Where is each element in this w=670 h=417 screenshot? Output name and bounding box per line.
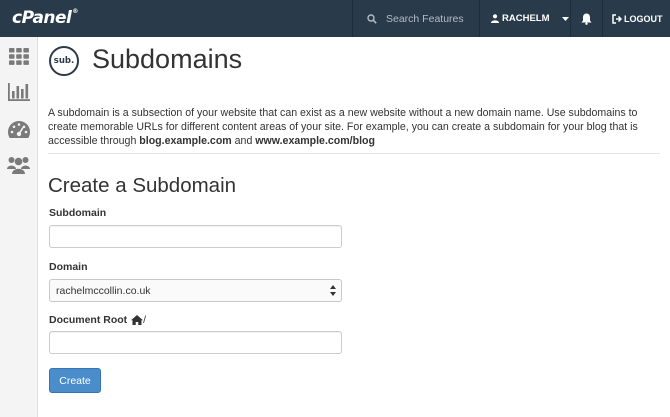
users-icon <box>7 156 30 174</box>
divider <box>48 153 660 154</box>
subdomain-label: Subdomain <box>49 207 107 219</box>
cpanel-logo[interactable]: cPanel® <box>12 8 78 28</box>
intro-example-path: www.example.com/blog <box>255 135 375 147</box>
top-navbar: cPanel® Search Features RACHELM LOGOUT <box>0 0 670 37</box>
main-content: sub. Subdomains A subdomain is a subsect… <box>38 37 670 417</box>
user-menu[interactable]: RACHELM <box>478 0 571 37</box>
logo-registered-mark: ® <box>72 8 78 15</box>
grid-icon <box>8 47 29 65</box>
intro-example-subdomain: blog.example.com <box>139 135 232 147</box>
page-title: Subdomains <box>92 44 243 74</box>
bar-chart-icon <box>7 83 30 101</box>
sidebar-item-dashboard[interactable] <box>0 113 37 145</box>
intro-and: and <box>231 135 256 147</box>
search-input[interactable]: Search Features <box>386 13 464 25</box>
section-title: Create a Subdomain <box>48 174 237 197</box>
logout-icon <box>612 13 622 24</box>
notifications-button[interactable] <box>570 0 603 37</box>
docroot-input[interactable] <box>49 331 342 354</box>
sidebar <box>0 37 38 417</box>
sidebar-item-home[interactable] <box>0 40 37 72</box>
sidebar-item-statistics[interactable] <box>0 76 37 108</box>
domain-selected-value: rachelmccollin.co.uk <box>56 284 151 297</box>
page-description: A subdomain is a subsection of your webs… <box>48 106 663 148</box>
search-features[interactable]: Search Features <box>352 0 480 37</box>
docroot-label: Document Root / <box>49 314 146 326</box>
search-icon <box>367 13 377 24</box>
domain-label: Domain <box>49 261 88 273</box>
domain-select[interactable]: rachelmccollin.co.uk <box>49 279 342 302</box>
logo-text: cPanel <box>12 8 72 28</box>
select-arrows-icon <box>330 285 336 296</box>
docroot-label-text: Document Root <box>49 314 128 326</box>
home-icon <box>131 315 144 325</box>
sidebar-item-users[interactable] <box>0 148 37 180</box>
logout-label: LOGOUT <box>624 13 663 24</box>
create-button[interactable]: Create <box>49 368 101 393</box>
user-icon <box>491 14 499 23</box>
docroot-prefix: / <box>143 314 147 326</box>
caret-down-icon <box>561 16 569 21</box>
gauge-icon <box>7 120 30 138</box>
username: RACHELM <box>502 13 550 24</box>
logout-button[interactable]: LOGOUT <box>603 0 670 37</box>
page-icon-text: sub. <box>53 56 75 66</box>
subdomains-icon: sub. <box>49 46 79 76</box>
bell-icon <box>581 13 591 25</box>
subdomain-input[interactable] <box>49 225 342 248</box>
